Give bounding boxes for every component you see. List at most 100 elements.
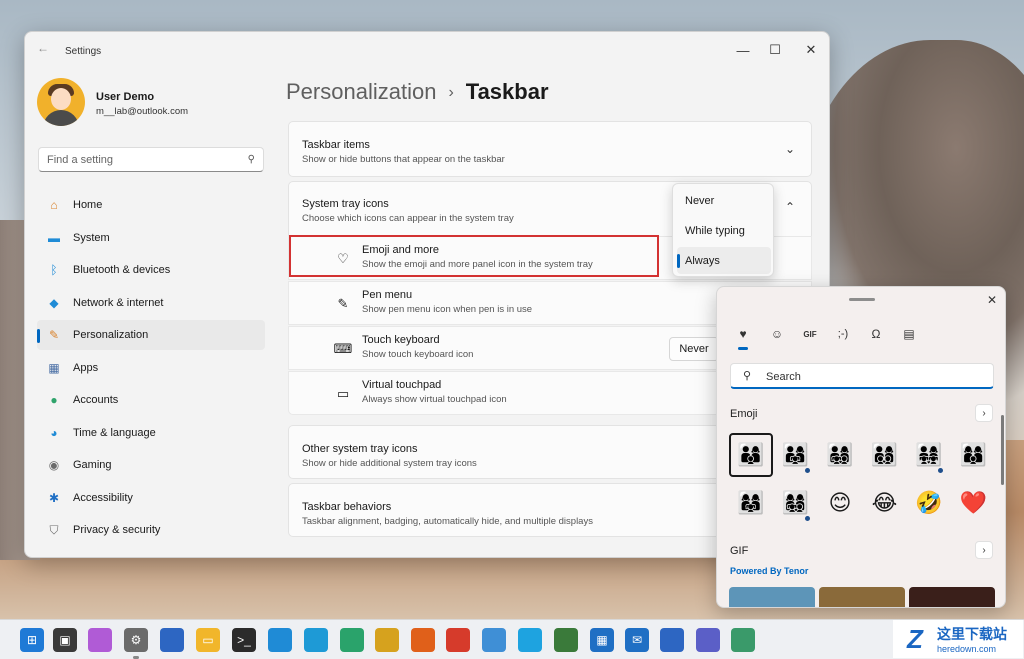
search-input[interactable] (47, 152, 237, 168)
tray-row-title: Virtual touchpad (362, 379, 442, 391)
breadcrumb-separator: › (448, 84, 454, 101)
taskbar-items-title: Taskbar items (302, 139, 370, 151)
copilot-icon[interactable] (88, 628, 112, 652)
dropdown-option-while-typing[interactable]: While typing (677, 217, 771, 244)
sidebar-item-home[interactable]: ⌂ Home (37, 190, 265, 220)
emoji-search-input[interactable] (766, 369, 966, 385)
dropdown-option-never[interactable]: Never (677, 187, 771, 214)
symbols-icon[interactable]: Ω (864, 323, 888, 345)
edge-beta-icon[interactable] (304, 628, 328, 652)
calendar-icon[interactable]: ▦ (590, 628, 614, 652)
solitaire-icon[interactable] (554, 628, 578, 652)
mail-icon[interactable]: ✉ (625, 628, 649, 652)
sidebar-item-label: Personalization (73, 329, 149, 341)
title-bar: ← Settings — ☐ ✕ (25, 32, 829, 64)
edge-icon[interactable] (268, 628, 292, 652)
emoji-cell[interactable]: 👨‍👩‍👦 (729, 433, 773, 477)
emoji-heart-icon[interactable]: ♥ (731, 323, 755, 350)
emoji-cell[interactable]: 😊 (818, 481, 862, 525)
firefox-icon[interactable] (411, 628, 435, 652)
smiley-icon[interactable]: ☺ (765, 323, 789, 345)
emoji-cell[interactable]: 👩‍👩‍👦 (952, 433, 996, 477)
gif-icon[interactable]: GIF (798, 323, 822, 345)
emoji-cell[interactable]: 👩‍👩‍👧‍👦 (774, 481, 818, 525)
terminal-icon[interactable]: >_ (232, 628, 256, 652)
close-button[interactable]: ✕ (793, 38, 829, 62)
globe-clock-icon: ◕ (50, 425, 58, 440)
gif-thumbnail[interactable] (819, 587, 905, 607)
skin-tone-indicator (804, 468, 810, 473)
kaomoji-icon[interactable]: ;-) (831, 323, 855, 345)
sidebar-item-time-language[interactable]: ◕ Time & language (37, 418, 265, 448)
other-tray-title: Other system tray icons (302, 443, 418, 455)
sidebar-item-apps[interactable]: ▦ Apps (37, 353, 265, 383)
emoji-cell[interactable]: 🤣 (907, 481, 951, 525)
sidebar-item-gaming[interactable]: ◉ Gaming (37, 450, 265, 480)
sidebar-item-network-internet[interactable]: ◆ Network & internet (37, 288, 265, 318)
photos-icon[interactable] (482, 628, 506, 652)
brush-icon: ✎ (48, 328, 60, 342)
powered-by-tenor[interactable]: Powered By Tenor (730, 566, 808, 576)
taskbar-items-card[interactable]: Taskbar items Show or hide buttons that … (288, 121, 812, 177)
gif-thumbnail[interactable] (729, 587, 815, 607)
sidebar-item-label: Accounts (73, 394, 119, 406)
sidebar-item-system[interactable]: ▬ System (37, 223, 265, 253)
skin-tone-indicator (938, 468, 943, 473)
dropdown-option-always[interactable]: Always (677, 247, 771, 274)
monitor-icon: ▬ (48, 230, 60, 245)
teams-icon[interactable] (696, 628, 720, 652)
chrome-icon[interactable] (446, 628, 470, 652)
emoji-cell[interactable]: ❤️ (952, 481, 996, 525)
gif-thumbnail[interactable] (909, 587, 995, 607)
file-explorer-icon[interactable]: ▭ (196, 628, 220, 652)
emoji-more-button[interactable]: › (975, 404, 993, 422)
emoji-cell[interactable]: 👨‍👩‍👧‍👧 (907, 433, 951, 477)
touch-keyboard-dropdown[interactable]: Never (669, 337, 719, 361)
clipboard-icon[interactable]: ▤ (897, 323, 921, 345)
breadcrumb-personalization[interactable]: Personalization (286, 79, 436, 104)
settings-window: ← Settings — ☐ ✕ User Demo m__lab@outloo… (24, 31, 830, 558)
watermark-logo: Z (907, 623, 923, 654)
minimize-button[interactable]: — (725, 38, 761, 62)
skype-icon[interactable] (518, 628, 542, 652)
chevron-up-icon[interactable]: ⌃ (785, 200, 795, 214)
scrollbar[interactable] (1001, 415, 1004, 485)
touchpad-icon: ▭ (336, 386, 350, 401)
store-icon[interactable] (160, 628, 184, 652)
sidebar-item-accounts[interactable]: ● Accounts (37, 385, 265, 415)
sidebar-item-label: Home (73, 199, 103, 211)
maximize-button[interactable]: ☐ (757, 38, 793, 62)
sidebar-item-personalization[interactable]: ✎ Personalization (37, 320, 265, 350)
photo-editor-icon[interactable] (660, 628, 684, 652)
emoji-search[interactable]: ⚲ (730, 363, 994, 389)
task-view-icon[interactable]: ▣ (53, 628, 77, 652)
emoji-glyph: 🤣 (915, 490, 943, 515)
gif-more-button[interactable]: › (975, 541, 993, 559)
emoji-cell[interactable]: 😂 (863, 481, 907, 525)
edge-dev-icon[interactable] (340, 628, 364, 652)
sidebar-item-accessibility[interactable]: ✱ Accessibility (37, 483, 265, 513)
emoji-glyph: ❤️ (959, 490, 988, 515)
watermark: Z 这里下载站 heredown.com (893, 620, 1023, 658)
profile-email: m__lab@outlook.com (96, 106, 189, 117)
emoji-cell[interactable]: 👩‍👩‍👧 (729, 481, 773, 525)
sidebar-item-label: Privacy & security (73, 524, 161, 536)
sidebar-item-bluetooth-devices[interactable]: ᛒ Bluetooth & devices (37, 255, 265, 285)
chevron-down-icon[interactable]: ⌄ (785, 142, 795, 156)
back-arrow-icon[interactable]: ← (37, 41, 53, 57)
sidebar-item-privacy-security[interactable]: ⛉ Privacy & security (37, 515, 265, 545)
start-icon[interactable]: ⊞ (20, 628, 44, 652)
close-icon[interactable]: ✕ (983, 291, 1001, 309)
keyboard-icon: ⌨ (333, 341, 353, 356)
edge-canary-icon[interactable] (375, 628, 399, 652)
behaviors-title: Taskbar behaviors (302, 501, 392, 513)
settings-search[interactable]: ⚲ (38, 147, 264, 172)
emoji-cell[interactable]: 👨‍👩‍👦‍👦 (863, 433, 907, 477)
settings-icon[interactable]: ⚙ (124, 628, 148, 659)
drag-handle[interactable] (849, 298, 875, 301)
emoji-glyph: 👩‍👩‍👦 (959, 442, 988, 467)
emoji-cell[interactable]: 👨‍👩‍👧‍👦 (818, 433, 862, 477)
maps-icon[interactable] (731, 628, 755, 652)
emoji-cell[interactable]: 👨‍👩‍👧 (774, 433, 818, 477)
tray-row-desc: Show pen menu icon when pen is in use (362, 304, 533, 315)
